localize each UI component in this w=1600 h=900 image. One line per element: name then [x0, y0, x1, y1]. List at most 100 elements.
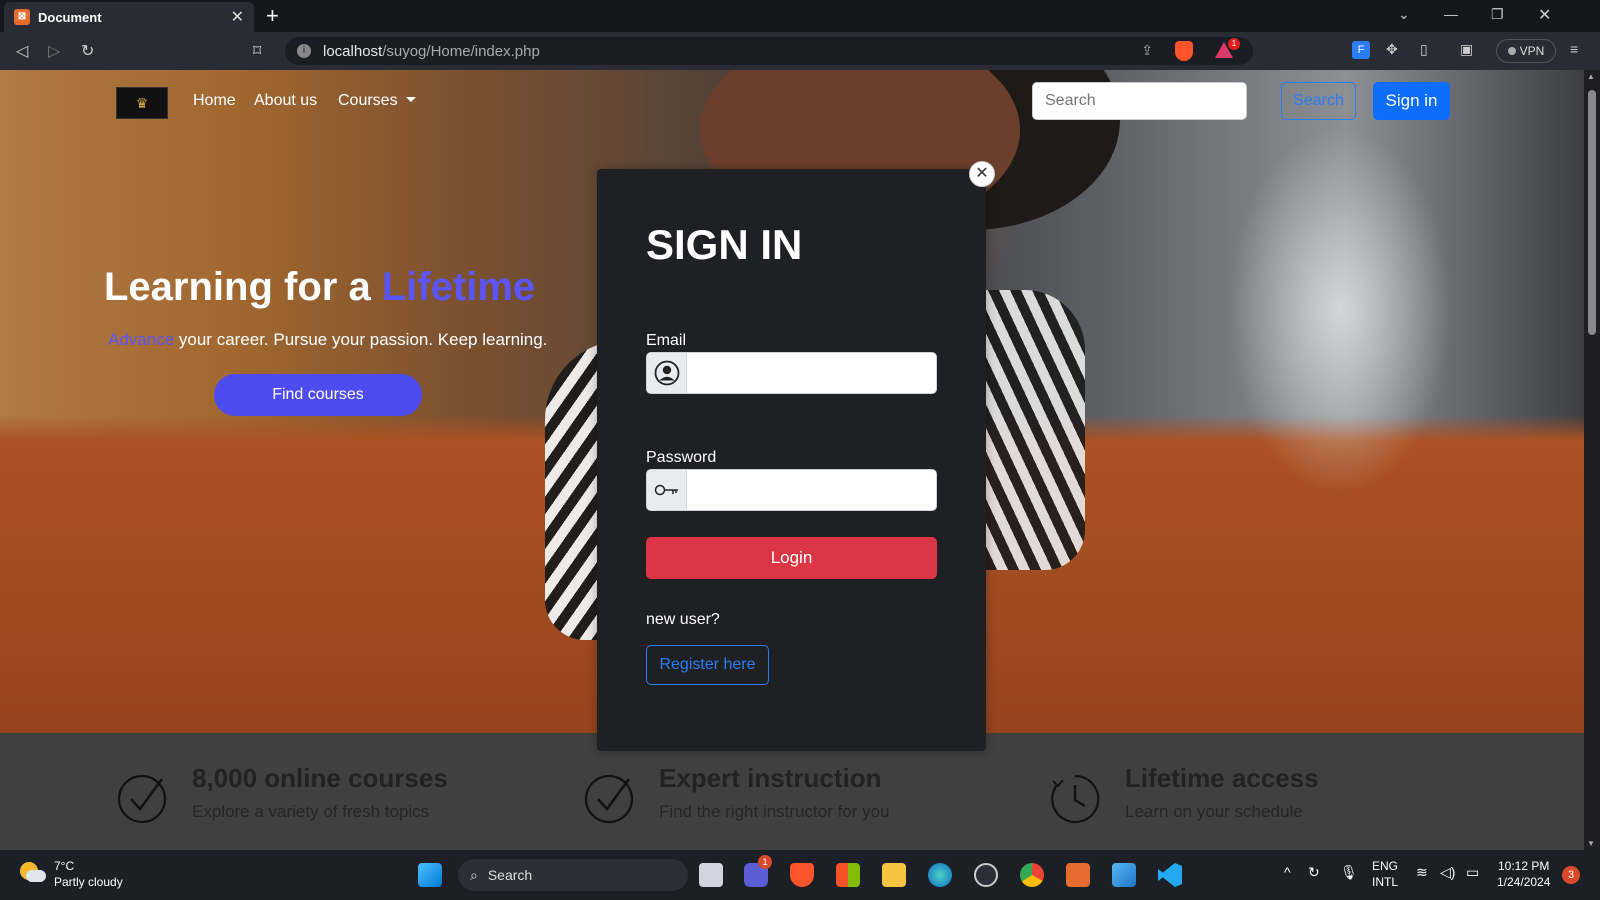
hero-title-main: Learning for a — [104, 265, 382, 309]
login-button[interactable]: Login — [646, 537, 937, 579]
window-close-icon[interactable]: ✕ — [1538, 5, 1551, 25]
sync-icon[interactable]: ↻ — [1308, 864, 1320, 880]
hero-title-accent: Lifetime — [381, 265, 536, 309]
key-icon — [647, 470, 687, 510]
tab-close-icon[interactable]: ✕ — [231, 7, 244, 27]
modal-close-icon[interactable]: ✕ — [969, 161, 995, 187]
feature-text: Learn on your schedule — [1125, 802, 1303, 821]
page-scrollbar[interactable]: ▲ ▼ — [1584, 70, 1600, 850]
user-circle-icon — [647, 353, 687, 393]
wifi-icon[interactable]: ≋ — [1416, 864, 1428, 880]
checkmark-circle-icon — [584, 774, 634, 824]
nav-search-button[interactable]: Search — [1281, 82, 1356, 120]
teams-icon[interactable]: 1 — [744, 855, 772, 887]
time: 10:12 PM — [1498, 859, 1550, 873]
url-path: /suyog/Home/index.php — [382, 42, 540, 60]
menu-icon[interactable]: ≡ — [1570, 41, 1578, 57]
hero-subtitle-accent: Advance — [108, 330, 175, 349]
file-explorer-icon[interactable] — [882, 863, 906, 887]
brave-shields-icon[interactable] — [1175, 41, 1193, 61]
feature-title: Expert instruction — [659, 763, 882, 793]
email-field-group — [646, 352, 937, 394]
password-label: Password — [646, 449, 717, 466]
chrome-icon[interactable] — [1020, 863, 1044, 887]
hero-photo-sleeve-right — [975, 290, 1085, 570]
battery-icon[interactable]: ▭ — [1466, 864, 1479, 880]
register-button[interactable]: Register here — [646, 645, 769, 685]
address-toolbar: ◁ ▷ ↻ ⌑ i localhost/suyog/Home/index.php… — [0, 32, 1600, 70]
restore-icon[interactable]: ❐ — [1491, 6, 1504, 23]
xampp-icon: ⊠ — [14, 9, 30, 25]
extension-icon[interactable]: F — [1352, 41, 1370, 59]
forward-icon[interactable]: ▷ — [48, 41, 60, 61]
nav-search-input[interactable] — [1032, 82, 1247, 120]
clock[interactable]: 10:12 PM 1/24/2024 — [1497, 858, 1550, 890]
vpn-button[interactable]: VPN — [1496, 39, 1556, 63]
weather-widget[interactable]: 7°C Partly cloudy — [18, 858, 123, 890]
reload-icon[interactable]: ↻ — [81, 41, 94, 61]
search-icon: ⌕ — [470, 866, 478, 883]
nav-home[interactable]: Home — [193, 92, 236, 110]
tab-list-chevron-icon[interactable]: ⌄ — [1398, 6, 1410, 23]
lang-bottom: INTL — [1372, 875, 1399, 889]
rewards-badge: 1 — [1228, 38, 1240, 50]
windows-start-icon[interactable] — [418, 863, 442, 887]
vpn-status-icon — [1507, 47, 1516, 55]
hero-title: Learning for a Lifetime — [104, 265, 535, 310]
taskbar-search[interactable]: ⌕ Search — [458, 859, 688, 891]
back-icon[interactable]: ◁ — [16, 41, 28, 61]
modal-title: SIGN IN — [646, 221, 803, 268]
extensions-puzzle-icon[interactable]: ✥ — [1386, 41, 1398, 58]
partly-cloudy-icon — [18, 860, 46, 888]
new-user-text: new user? — [646, 611, 720, 628]
weather-temp: 7°C — [54, 859, 75, 873]
vscode-icon[interactable] — [1158, 863, 1182, 887]
notification-badge[interactable]: 3 — [1562, 866, 1580, 884]
task-view-icon[interactable] — [699, 863, 723, 887]
scroll-up-icon[interactable]: ▲ — [1587, 72, 1595, 81]
microphone-icon[interactable]: 🎙 — [1340, 864, 1358, 880]
find-courses-button[interactable]: Find courses — [214, 374, 422, 416]
feature-title: Lifetime access — [1125, 763, 1319, 793]
sidebar-icon[interactable]: ▯ — [1420, 41, 1428, 58]
windows-taskbar: 7°C Partly cloudy ⌕ Search 1 ^ ↻ 🎙 ENG INTL… — [0, 850, 1600, 900]
url-host: localhost — [323, 42, 383, 60]
chevron-up-icon[interactable]: ^ — [1284, 864, 1291, 880]
bookmark-icon[interactable]: ⌑ — [253, 41, 261, 61]
nav-courses-dropdown[interactable]: Courses — [338, 92, 416, 110]
date: 1/24/2024 — [1497, 875, 1551, 889]
scroll-down-icon[interactable]: ▼ — [1587, 839, 1595, 848]
wallet-icon[interactable]: ▣ — [1460, 41, 1473, 58]
navbar: ♛ Home About us Courses Search Sign in — [0, 70, 1584, 132]
hero-subtitle: Advance your career. Pursue your passion… — [108, 330, 547, 350]
photos-icon[interactable] — [1112, 863, 1136, 887]
web-page: ♛ Home About us Courses Search Sign in L… — [0, 70, 1584, 850]
minimize-icon[interactable]: — — [1444, 6, 1458, 22]
browser-tab[interactable]: ⊠ Document ✕ — [4, 2, 254, 32]
lang-top: ENG — [1372, 859, 1399, 873]
site-info-icon[interactable]: i — [297, 44, 311, 58]
share-icon[interactable]: ⇪ — [1141, 42, 1153, 59]
scrollbar-thumb[interactable] — [1588, 90, 1596, 335]
new-tab-icon[interactable]: + — [266, 4, 279, 28]
nav-about-us[interactable]: About us — [254, 92, 317, 110]
email-field[interactable] — [688, 353, 936, 393]
brave-rewards-icon[interactable]: 1 — [1215, 38, 1240, 58]
volume-icon[interactable]: ◁) — [1440, 864, 1455, 880]
dell-icon[interactable] — [974, 863, 998, 887]
browser-tab-bar: ⊠ Document ✕ + ⌄ — ❐ ✕ — [0, 0, 1600, 32]
clock-history-icon — [1051, 774, 1100, 824]
edge-icon[interactable] — [928, 863, 952, 887]
password-field[interactable] — [688, 470, 936, 510]
taskbar-search-label: Search — [487, 867, 533, 883]
site-logo[interactable]: ♛ — [116, 87, 168, 119]
language-indicator[interactable]: ENG INTL — [1372, 858, 1398, 890]
feature-text: Explore a variety of fresh topics — [192, 802, 430, 821]
url-bar[interactable]: i localhost/suyog/Home/index.php ⇪ 1 — [285, 37, 1253, 65]
feature-title: 8,000 online courses — [192, 763, 448, 793]
microsoft-store-icon[interactable] — [836, 863, 860, 887]
signin-modal: ✕ SIGN IN Email Password Login new user?… — [597, 161, 995, 751]
nav-signin-button[interactable]: Sign in — [1373, 82, 1450, 120]
xampp-icon[interactable] — [1066, 863, 1090, 887]
brave-browser-icon[interactable] — [790, 863, 814, 887]
